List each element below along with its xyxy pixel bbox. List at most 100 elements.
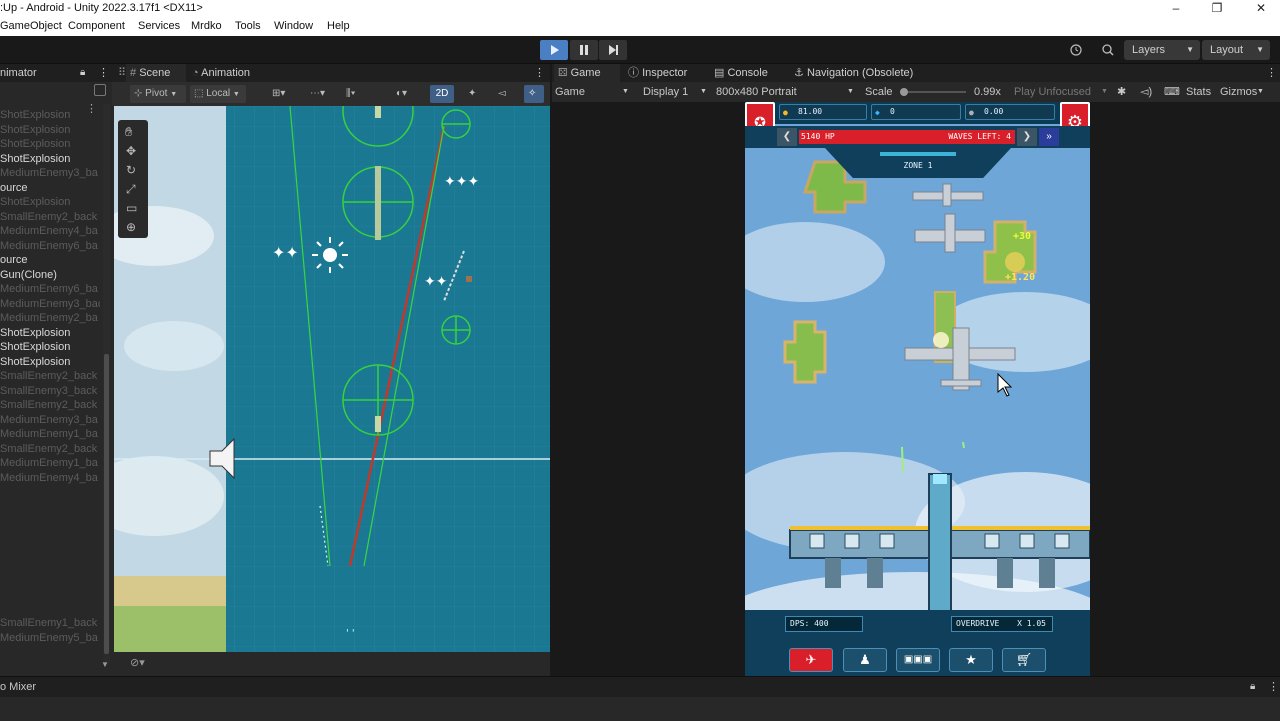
nav-star-button[interactable]: ★ — [949, 648, 993, 672]
lighting-button[interactable]: ✦ — [464, 85, 482, 103]
game-screen[interactable]: +30 +1.20 ✪ ● 81.00 ◆ 0 ● 0.00 ⚙︎ ❮ 5140… — [745, 102, 1090, 676]
tab-animator[interactable]: nimator — [0, 64, 37, 82]
hierarchy-item[interactable]: SmallEnemy2_back — [0, 442, 100, 457]
hand-tool-icon[interactable]: ✋︎ — [125, 124, 132, 140]
prev-button[interactable]: ❮ — [777, 128, 797, 146]
menu-window[interactable]: Window — [274, 17, 313, 36]
hierarchy-item[interactable]: ShotExplosion — [0, 340, 100, 355]
mute-icon[interactable]: ◅) — [1140, 82, 1152, 102]
hierarchy-item[interactable]: MediumEnemy3_ba — [0, 166, 100, 181]
hierarchy-item[interactable]: ShotExplosion — [0, 108, 100, 123]
menu-tools[interactable]: Tools — [235, 17, 261, 36]
tab-game[interactable]: ⚄ Game — [554, 64, 620, 82]
close-button[interactable]: ✕ — [1254, 0, 1268, 16]
more-menu-icon[interactable]: ⋮ — [1268, 677, 1279, 697]
hierarchy-item[interactable]: ource — [0, 181, 100, 196]
menu-component[interactable]: Component — [68, 17, 125, 36]
hierarchy-item[interactable]: MediumEnemy2_ba — [0, 311, 100, 326]
hierarchy-item[interactable]: MediumEnemy1_ba — [0, 427, 100, 442]
layout-dropdown[interactable]: Layout ▼ — [1202, 40, 1270, 60]
minimize-button[interactable]: – — [1169, 0, 1183, 16]
hierarchy-item[interactable]: ShotExplosion — [0, 152, 100, 167]
audio-button[interactable]: ◅ — [494, 85, 512, 103]
lock-icon[interactable]: 🔒︎ — [1250, 677, 1255, 697]
more-menu-icon[interactable]: ⋮ — [98, 64, 109, 82]
bug-icon[interactable]: ✱ — [1117, 82, 1126, 102]
hierarchy-item[interactable]: ShotExplosion — [0, 355, 100, 370]
tab-audio-mixer[interactable]: o Mixer — [0, 677, 36, 697]
hierarchy-item[interactable]: SmallEnemy1_back — [0, 616, 100, 631]
fast-forward-button[interactable]: » — [1039, 128, 1059, 146]
rect-tool-icon[interactable]: ▭ — [126, 201, 137, 215]
hierarchy-item[interactable]: MediumEnemy6_ba — [0, 282, 100, 297]
next-button[interactable]: ❯ — [1017, 128, 1037, 146]
hierarchy-item[interactable]: ShotExplosion — [0, 195, 100, 210]
nav-planes-button[interactable]: ✈ — [789, 648, 833, 672]
shortcuts-icon[interactable]: ⌨︎ — [1164, 82, 1180, 102]
2d-toggle[interactable]: 2D — [430, 85, 454, 103]
hierarchy-item[interactable]: SmallEnemy3_back — [0, 384, 100, 399]
more-menu-icon[interactable]: ⋮ — [1266, 64, 1277, 82]
tab-animation[interactable]: ◔ Animation — [192, 64, 250, 82]
create-icon[interactable] — [94, 84, 106, 96]
play-unfocused-dropdown[interactable]: Play Unfocused — [1014, 82, 1091, 102]
menu-mrdko[interactable]: Mrdko — [191, 17, 222, 36]
view-mode-dropdown[interactable]: Game — [555, 82, 585, 102]
tab-console[interactable]: ▤ Console — [714, 64, 768, 82]
hierarchy-scrollbar[interactable] — [103, 104, 110, 664]
gizmos-button[interactable]: Gizmos — [1220, 82, 1257, 102]
snap-increment-button[interactable]: ⋯▾ — [306, 85, 336, 103]
resolution-dropdown[interactable]: 800x480 Portrait — [716, 82, 797, 102]
scale-slider[interactable] — [900, 88, 966, 96]
scene-view[interactable]: ✦✦ ✦✦✦ ✦✦ ' ' ✋︎ ✥ ↻ ⤢ ▭ ⊕ — [114, 106, 550, 652]
hierarchy-item[interactable]: ource — [0, 253, 100, 268]
menu-help[interactable]: Help — [327, 17, 350, 36]
hierarchy-item[interactable]: SmallEnemy2_back — [0, 398, 100, 413]
drag-handle-icon[interactable]: ⠿ — [118, 64, 126, 82]
slider-thumb[interactable] — [900, 88, 908, 96]
scroll-down-icon[interactable]: ▼ — [101, 660, 109, 669]
hierarchy-item[interactable]: ShotExplosion — [0, 123, 100, 138]
menu-gameobject[interactable]: GameObject — [0, 17, 62, 36]
grid-snap-button[interactable]: ⊞▾ — [268, 85, 298, 103]
tab-inspector[interactable]: ⓘ Inspector — [628, 64, 687, 82]
nav-crates-button[interactable]: ▣▣▣ — [896, 648, 940, 672]
hierarchy-item[interactable]: MediumEnemy4_ba — [0, 224, 100, 239]
hierarchy-item[interactable]: MediumEnemy1_ba — [0, 456, 100, 471]
pause-button[interactable] — [570, 40, 598, 60]
layers-dropdown[interactable]: Layers ▼ — [1124, 40, 1200, 60]
local-dropdown[interactable]: ⬚ Local ▼ — [190, 85, 246, 103]
scale-tool-icon[interactable]: ⤢ — [126, 182, 136, 197]
hierarchy-item[interactable]: SmallEnemy2_back — [0, 210, 100, 225]
pivot-dropdown[interactable]: ⊹ Pivot ▼ — [130, 85, 186, 103]
rotate-tool-icon[interactable]: ↻ — [126, 163, 136, 177]
history-button[interactable] — [1064, 40, 1088, 60]
camera-settings-icon[interactable]: ⊘▾ — [130, 656, 145, 669]
tab-navigation[interactable]: ⚓︎ Navigation (Obsolete) — [794, 64, 913, 82]
maximize-button[interactable]: ❐ — [1210, 0, 1224, 16]
scrollbar-thumb[interactable] — [104, 354, 109, 654]
nav-shop-button[interactable]: 🛒︎ — [1002, 648, 1046, 672]
hierarchy-item[interactable]: ShotExplosion — [0, 326, 100, 341]
more-menu-icon[interactable]: ⋮ — [534, 64, 545, 82]
tab-scene[interactable]: # Scene — [126, 64, 186, 82]
search-button[interactable] — [1096, 40, 1120, 60]
lock-icon[interactable]: 🔒︎ — [80, 64, 85, 82]
menu-services[interactable]: Services — [138, 17, 180, 36]
nav-pilot-button[interactable]: ♟ — [843, 648, 887, 672]
hierarchy-item[interactable]: MediumEnemy6_ba — [0, 239, 100, 254]
stats-button[interactable]: Stats — [1186, 82, 1211, 102]
play-button[interactable] — [540, 40, 568, 60]
transform-tool-icon[interactable]: ⊕ — [126, 220, 136, 234]
hierarchy-item[interactable]: MediumEnemy3_ba — [0, 413, 100, 428]
display-dropdown[interactable]: Display 1 — [643, 82, 688, 102]
hierarchy-item[interactable]: MediumEnemy3_back — [0, 297, 100, 312]
step-button[interactable] — [599, 40, 627, 60]
hierarchy-item[interactable]: ShotExplosion — [0, 137, 100, 152]
hierarchy-item[interactable]: MediumEnemy4_ba — [0, 471, 100, 486]
align-button[interactable]: ⫼▾ — [342, 85, 374, 103]
effects-button[interactable]: ✧ — [524, 85, 544, 103]
move-tool-icon[interactable]: ✥ — [126, 144, 136, 158]
hierarchy-item[interactable]: SmallEnemy2_back — [0, 369, 100, 384]
hierarchy-item[interactable]: Gun(Clone) — [0, 268, 100, 283]
